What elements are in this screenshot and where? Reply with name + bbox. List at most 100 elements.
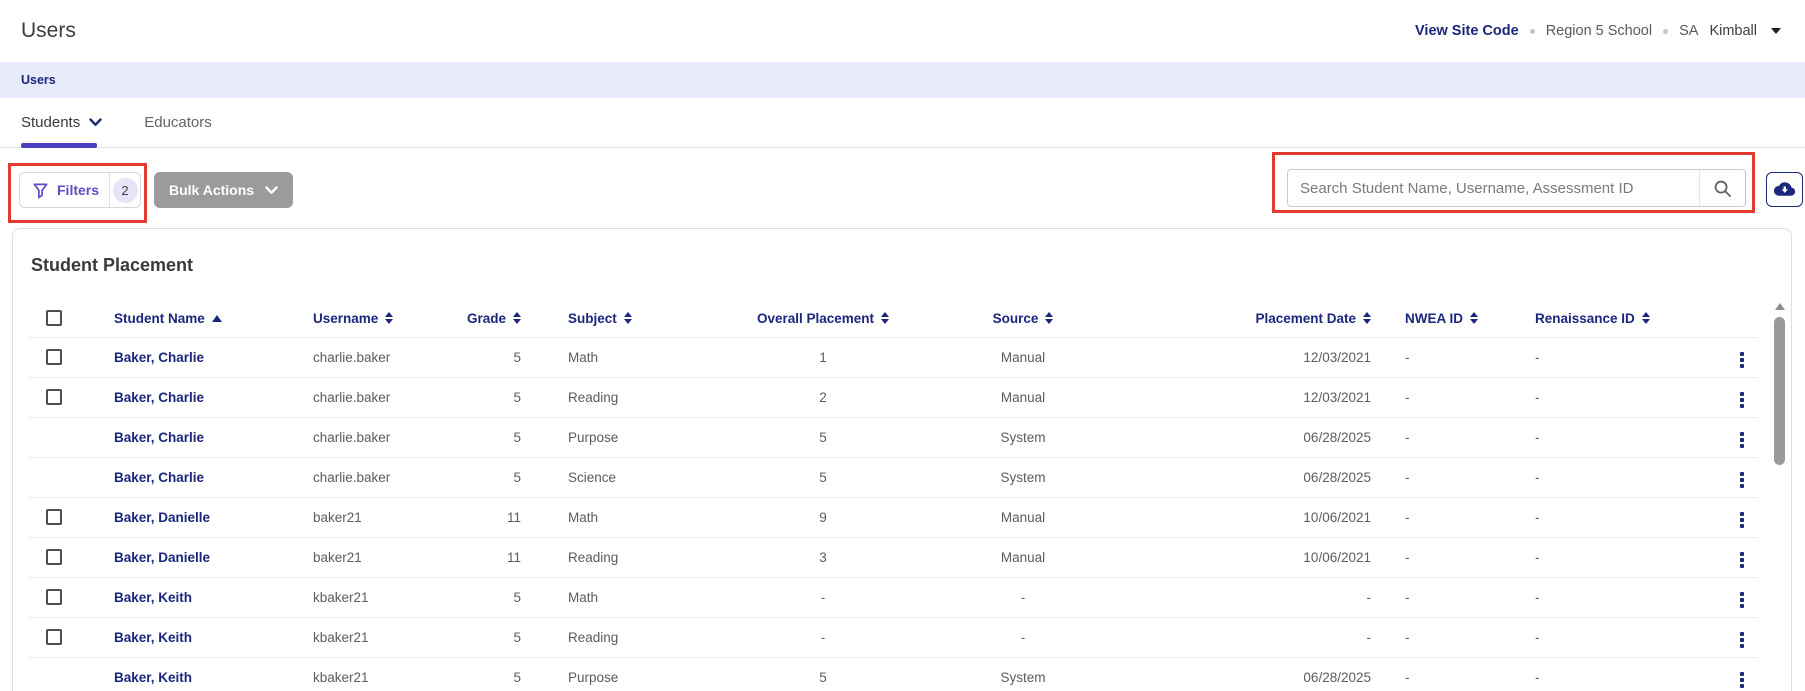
column-header-label: Renaissance ID: [1535, 311, 1635, 326]
cell-student-name: Baker, Danielle: [95, 497, 295, 537]
column-header-label: Source: [993, 311, 1039, 326]
sort-arrows-icon: [1045, 312, 1053, 324]
cell-checkbox: [29, 417, 95, 457]
sort-arrows-icon: [212, 315, 222, 322]
dot-separator-icon: [1663, 29, 1668, 34]
row-actions-kebab-icon[interactable]: [1736, 389, 1748, 411]
tab-educators[interactable]: Educators: [144, 114, 212, 131]
cell-checkbox: [29, 577, 95, 617]
column-header-overall-placement[interactable]: Overall Placement: [693, 300, 953, 337]
cell-username: charlie.baker: [295, 337, 463, 377]
cell-student-name: Baker, Charlie: [95, 377, 295, 417]
table-title: Student Placement: [31, 255, 1791, 276]
column-header-subject[interactable]: Subject: [543, 300, 693, 337]
cell-username: charlie.baker: [295, 377, 463, 417]
cell-student-name: Baker, Keith: [95, 617, 295, 657]
cell-nwea-id: -: [1403, 417, 1533, 457]
row-actions-kebab-icon[interactable]: [1736, 509, 1748, 531]
student-name-link[interactable]: Baker, Danielle: [114, 510, 210, 525]
row-checkbox[interactable]: [46, 549, 62, 565]
cell-username: kbaker21: [295, 577, 463, 617]
row-checkbox[interactable]: [46, 389, 62, 405]
cell-student-name: Baker, Charlie: [95, 457, 295, 497]
chevron-down-icon: [265, 186, 278, 195]
table-row: Baker, Keithkbaker215Reading-----: [29, 617, 1758, 657]
student-name-link[interactable]: Baker, Keith: [114, 590, 192, 605]
row-actions-kebab-icon[interactable]: [1736, 429, 1748, 451]
cell-placement-date: 12/03/2021: [1093, 377, 1403, 417]
cell-overall-placement: 5: [693, 657, 953, 691]
select-all-checkbox[interactable]: [46, 310, 62, 326]
cell-subject: Reading: [543, 377, 693, 417]
row-checkbox[interactable]: [46, 509, 62, 525]
cloud-download-icon: [1773, 181, 1796, 198]
cell-source: System: [953, 657, 1093, 691]
cell-nwea-id: -: [1403, 657, 1533, 691]
cell-placement-date: -: [1093, 617, 1403, 657]
column-header-renaissance-id[interactable]: Renaissance ID: [1533, 300, 1713, 337]
row-checkbox[interactable]: [46, 629, 62, 645]
scrollbar-thumb[interactable]: [1774, 317, 1785, 465]
row-actions-kebab-icon[interactable]: [1736, 349, 1748, 371]
select-all-header-cell: [29, 300, 95, 337]
user-name: Kimball: [1709, 23, 1757, 39]
student-name-link[interactable]: Baker, Charlie: [114, 390, 204, 405]
scroll-up-arrow-icon[interactable]: [1775, 303, 1785, 310]
cell-overall-placement: -: [693, 577, 953, 617]
cell-actions: [1713, 537, 1758, 577]
cell-username: kbaker21: [295, 657, 463, 691]
student-name-link[interactable]: Baker, Charlie: [114, 470, 204, 485]
column-header-placement-date[interactable]: Placement Date: [1093, 300, 1403, 337]
filters-label: Filters: [57, 182, 99, 198]
search-input[interactable]: [1288, 170, 1699, 206]
table-row: Baker, Daniellebaker2111Math9Manual10/06…: [29, 497, 1758, 537]
filters-badge-wrap: 2: [109, 173, 140, 207]
table-row: Baker, Charliecharlie.baker5Science5Syst…: [29, 457, 1758, 497]
table-header-row: Student NameUsernameGradeSubjectOverall …: [29, 300, 1758, 337]
cell-grade: 11: [463, 497, 543, 537]
column-header-username[interactable]: Username: [295, 300, 463, 337]
chevron-down-icon: [89, 118, 102, 127]
cell-subject: Math: [543, 497, 693, 537]
column-header-nwea-id[interactable]: NWEA ID: [1403, 300, 1533, 337]
student-name-link[interactable]: Baker, Danielle: [114, 550, 210, 565]
column-header-source[interactable]: Source: [953, 300, 1093, 337]
row-actions-kebab-icon[interactable]: [1736, 629, 1748, 651]
row-actions-kebab-icon[interactable]: [1736, 589, 1748, 611]
student-placement-card: Student Placement Student NameUsernameGr…: [12, 228, 1792, 691]
cell-actions: [1713, 577, 1758, 617]
row-actions-kebab-icon[interactable]: [1736, 549, 1748, 571]
column-header-grade[interactable]: Grade: [463, 300, 543, 337]
row-checkbox[interactable]: [46, 589, 62, 605]
cell-checkbox: [29, 457, 95, 497]
tab-educators-label: Educators: [144, 114, 212, 131]
sort-up-triangle-icon: [513, 312, 521, 317]
sort-up-triangle-icon: [385, 312, 393, 317]
student-name-link[interactable]: Baker, Keith: [114, 630, 192, 645]
cell-username: charlie.baker: [295, 417, 463, 457]
sort-down-triangle-icon: [624, 319, 632, 324]
bulk-actions-button[interactable]: Bulk Actions: [154, 172, 293, 208]
student-name-link[interactable]: Baker, Charlie: [114, 350, 204, 365]
column-header-student-name[interactable]: Student Name: [95, 300, 295, 337]
table-scrollbar[interactable]: [1773, 303, 1786, 691]
export-button[interactable]: [1766, 172, 1803, 207]
row-actions-kebab-icon[interactable]: [1736, 669, 1748, 691]
filters-button[interactable]: Filters 2: [19, 172, 141, 208]
student-name-link[interactable]: Baker, Charlie: [114, 430, 204, 445]
breadcrumb[interactable]: Users: [21, 73, 56, 87]
tab-students-label: Students: [21, 114, 80, 131]
cell-placement-date: 06/28/2025: [1093, 457, 1403, 497]
user-menu-caret-down-icon[interactable]: [1771, 28, 1781, 34]
cell-overall-placement: 2: [693, 377, 953, 417]
row-checkbox[interactable]: [46, 349, 62, 365]
cell-renaissance-id: -: [1533, 657, 1713, 691]
row-actions-kebab-icon[interactable]: [1736, 469, 1748, 491]
student-name-link[interactable]: Baker, Keith: [114, 670, 192, 685]
cell-renaissance-id: -: [1533, 417, 1713, 457]
cell-renaissance-id: -: [1533, 337, 1713, 377]
cell-overall-placement: 1: [693, 337, 953, 377]
search-submit-button[interactable]: [1699, 170, 1745, 206]
tab-students[interactable]: Students: [21, 114, 102, 131]
view-site-code-link[interactable]: View Site Code: [1415, 23, 1519, 39]
